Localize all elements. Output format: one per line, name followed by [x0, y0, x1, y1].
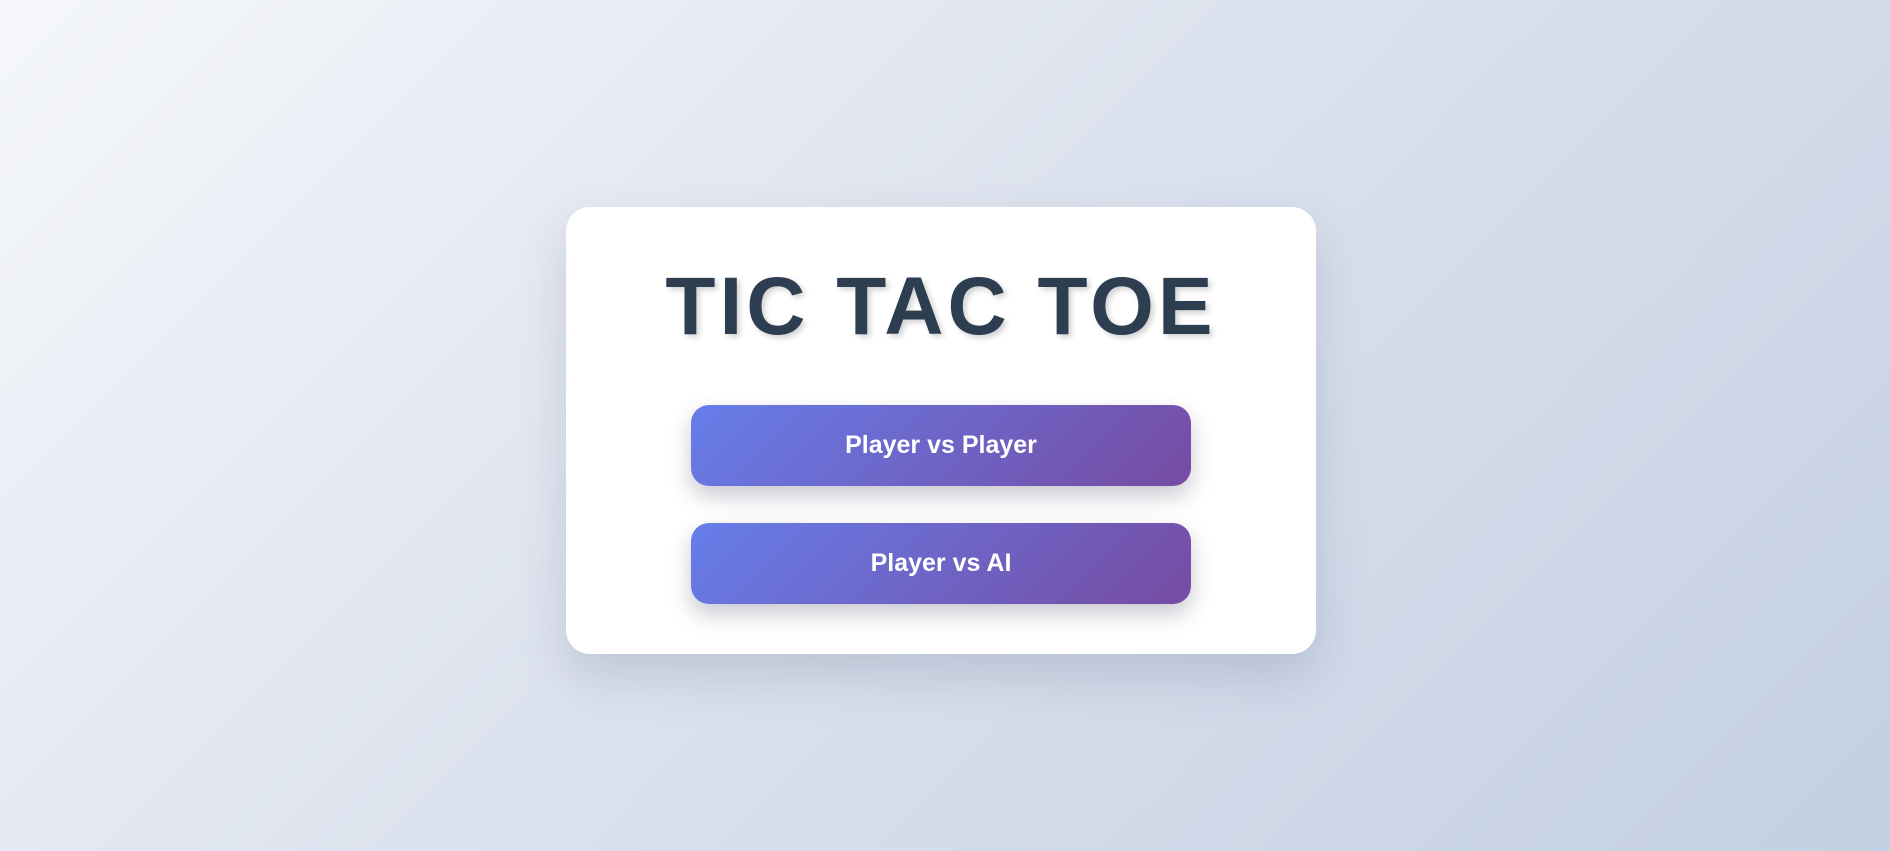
game-title: TIC TAC TOE [665, 261, 1217, 352]
player-vs-player-button[interactable]: Player vs Player [691, 405, 1191, 486]
player-vs-ai-button[interactable]: Player vs AI [691, 523, 1191, 604]
main-menu-card: TIC TAC TOE Player vs Player Player vs A… [566, 207, 1316, 654]
